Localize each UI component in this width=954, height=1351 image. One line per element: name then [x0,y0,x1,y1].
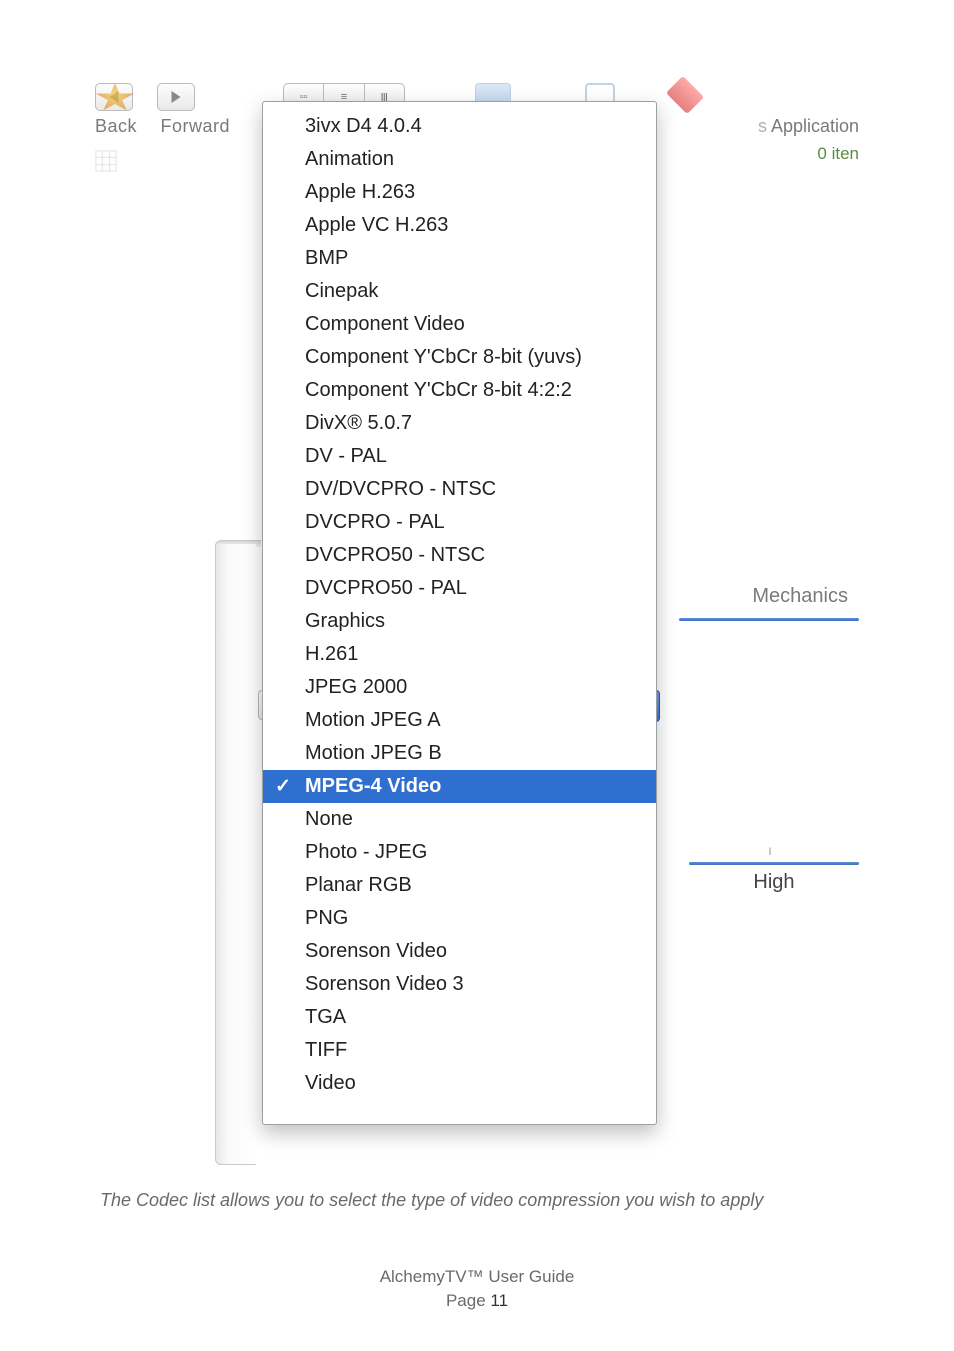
forward-button[interactable] [157,83,195,111]
codec-option[interactable]: Motion JPEG A [263,704,656,737]
codec-option[interactable]: Cinepak [263,275,656,308]
codec-option-label: Video [305,1072,356,1094]
codec-option[interactable]: TGA [263,1001,656,1034]
right-header-text: Application [771,116,859,136]
codec-option[interactable]: Sorenson Video 3 [263,968,656,1001]
codec-option[interactable]: DV/DVCPRO - NTSC [263,473,656,506]
page-footer: AlchemyTV™ User Guide Page 11 [0,1267,954,1311]
mechanics-tab-label[interactable]: Mechanics [752,585,848,608]
codec-option-label: Cinepak [305,280,378,302]
codec-option-label: None [305,808,353,830]
panel-divider-top [679,618,859,621]
codec-option-label: Component Y'CbCr 8-bit (yuvs) [305,346,582,368]
codec-option[interactable]: H.261 [263,638,656,671]
codec-option-label: Planar RGB [305,874,412,896]
codec-dropdown-menu[interactable]: 3ivx D4 4.0.4 Animation Apple H.263 Apple V… [262,101,657,1125]
back-label: Back [95,116,137,137]
right-header-prefix: s [758,116,767,136]
codec-option-label: Photo - JPEG [305,841,427,863]
codec-option[interactable]: Apple H.263 [263,176,656,209]
codec-option-label: Apple VC H.263 [305,214,448,236]
codec-option-label: DV - PAL [305,445,387,467]
codec-option[interactable]: DivX® 5.0.7 [263,407,656,440]
codec-option-label: 3ivx D4 4.0.4 [305,115,422,137]
codec-option-label: Motion JPEG A [305,709,441,731]
footer-title: AlchemyTV™ User Guide [380,1267,575,1286]
codec-option[interactable]: Photo - JPEG [263,836,656,869]
codec-option[interactable]: BMP [263,242,656,275]
codec-option-label: BMP [305,247,348,269]
codec-option[interactable]: PNG [263,902,656,935]
codec-option-label: PNG [305,907,348,929]
codec-option-label: DVCPRO50 - PAL [305,577,467,599]
forward-label: Forward [161,116,231,137]
codec-option[interactable]: Apple VC H.263 [263,209,656,242]
codec-option-label: Graphics [305,610,385,632]
item-count: 0 iten [817,144,859,164]
codec-option[interactable]: DVCPRO - PAL [263,506,656,539]
footer-page-label: Page [446,1291,486,1310]
codec-option[interactable]: Video [263,1067,656,1100]
codec-option[interactable]: Animation [263,143,656,176]
codec-option[interactable]: None [263,803,656,836]
codec-option-label: Sorenson Video [305,940,447,962]
codec-option[interactable]: TIFF [263,1034,656,1067]
favorites-icon [666,76,704,114]
codec-option[interactable]: JPEG 2000 [263,671,656,704]
nav-labels: Back Forward [95,116,248,137]
codec-option-label: Component Video [305,313,465,335]
codec-option-label: Component Y'CbCr 8-bit 4:2:2 [305,379,572,401]
forward-arrow-icon [172,91,181,103]
codec-option-label: DivX® 5.0.7 [305,412,412,434]
codec-option[interactable]: 3ivx D4 4.0.4 [263,110,656,143]
codec-option[interactable]: DVCPRO50 - NTSC [263,539,656,572]
codec-option[interactable]: Sorenson Video [263,935,656,968]
codec-option[interactable]: Graphics [263,605,656,638]
quality-slider-tick: I [689,846,859,858]
codec-option[interactable]: ✓ MPEG-4 Video [263,770,656,803]
codec-option[interactable]: Component Video [263,308,656,341]
footer-page-no: 11 [490,1291,508,1310]
codec-option-label: Animation [305,148,394,170]
quality-area: I High [689,846,859,894]
codec-option-label: Apple H.263 [305,181,415,203]
codec-option-label: DV/DVCPRO - NTSC [305,478,496,500]
dialog-left-edge [215,544,256,1165]
codec-option-label: TGA [305,1006,346,1028]
codec-option[interactable]: DVCPRO50 - PAL [263,572,656,605]
codec-option-label: Sorenson Video 3 [305,973,464,995]
codec-option[interactable]: Component Y'CbCr 8-bit (yuvs) [263,341,656,374]
codec-option-label: TIFF [305,1039,347,1061]
codec-option-label: Motion JPEG B [305,742,442,764]
codec-option[interactable]: Planar RGB [263,869,656,902]
grid-icon [95,150,117,172]
codec-option[interactable]: Component Y'CbCr 8-bit 4:2:2 [263,374,656,407]
checkmark-icon: ✓ [275,774,291,800]
codec-option[interactable]: Motion JPEG B [263,737,656,770]
figure-caption: The Codec list allows you to select the … [100,1190,859,1211]
codec-option-label: H.261 [305,643,358,665]
codec-option[interactable]: DV - PAL [263,440,656,473]
codec-option-label: DVCPRO - PAL [305,511,445,533]
codec-option-label: DVCPRO50 - NTSC [305,544,485,566]
codec-option-label: JPEG 2000 [305,676,407,698]
applications-header-right: sApplication [758,116,859,137]
quality-value: High [689,871,859,894]
codec-option-label: MPEG-4 Video [305,775,441,797]
quality-slider-track[interactable] [689,862,859,865]
